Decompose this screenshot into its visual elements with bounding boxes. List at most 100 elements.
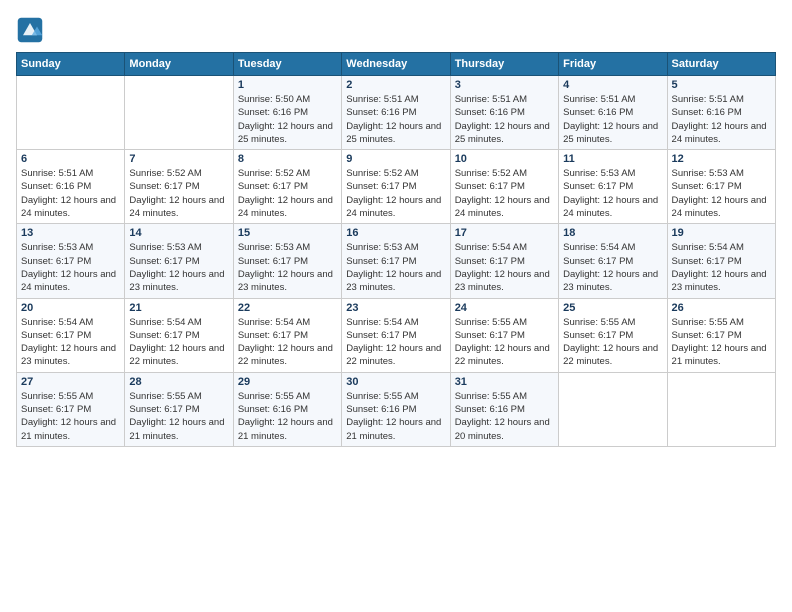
day-info: Sunrise: 5:52 AMSunset: 6:17 PMDaylight:… [455, 167, 554, 220]
week-row-3: 13 Sunrise: 5:53 AMSunset: 6:17 PMDayligh… [17, 224, 776, 298]
day-number: 17 [455, 227, 554, 239]
day-info: Sunrise: 5:55 AMSunset: 6:17 PMDaylight:… [21, 390, 120, 443]
calendar-cell: 12Sunrise: 5:53 AMSunset: 6:17 PMDayligh… [667, 150, 775, 224]
day-number: 22 [238, 302, 337, 314]
day-number: 13 [21, 227, 120, 239]
day-number: 2 [346, 79, 445, 91]
day-info: Sunrise: 5:55 AMSunset: 6:17 PMDaylight:… [455, 316, 554, 369]
week-row-4: 20 Sunrise: 5:54 AMSunset: 6:17 PMDayligh… [17, 298, 776, 372]
day-info: Sunrise: 5:55 AMSunset: 6:16 PMDaylight:… [238, 390, 337, 443]
calendar-cell: 8Sunrise: 5:52 AMSunset: 6:17 PMDaylight… [233, 150, 341, 224]
week-row-5: 27 Sunrise: 5:55 AMSunset: 6:17 PMDayligh… [17, 372, 776, 446]
day-number: 18 [563, 227, 662, 239]
calendar-cell: 7 Sunrise: 5:52 AMSunset: 6:17 PMDaylight… [125, 150, 233, 224]
calendar-cell: 25 Sunrise: 5:55 AMSunset: 6:17 PMDayligh… [559, 298, 667, 372]
header-wednesday: Wednesday [342, 53, 450, 76]
day-info: Sunrise: 5:54 AMSunset: 6:17 PMDaylight:… [346, 316, 445, 369]
day-number: 6 [21, 153, 120, 165]
calendar-cell: 2 Sunrise: 5:51 AMSunset: 6:16 PMDaylight… [342, 76, 450, 150]
day-info: Sunrise: 5:54 AMSunset: 6:17 PMDaylight:… [455, 241, 554, 294]
calendar-cell: 10 Sunrise: 5:52 AMSunset: 6:17 PMDayligh… [450, 150, 558, 224]
day-info: Sunrise: 5:53 AMSunset: 6:17 PMDaylight:… [346, 241, 445, 294]
day-info: Sunrise: 5:54 AMSunset: 6:17 PMDaylight:… [238, 316, 337, 369]
calendar-cell [667, 372, 775, 446]
day-number: 23 [346, 302, 445, 314]
calendar-cell: 17 Sunrise: 5:54 AMSunset: 6:17 PMDayligh… [450, 224, 558, 298]
day-number: 11 [563, 153, 662, 165]
day-number: 27 [21, 376, 120, 388]
day-info: Sunrise: 5:52 AMSunset: 6:17 PMDaylight:… [129, 167, 228, 220]
day-number: 24 [455, 302, 554, 314]
day-number: 19 [672, 227, 771, 239]
calendar-cell: 11 Sunrise: 5:53 AMSunset: 6:17 PMDayligh… [559, 150, 667, 224]
calendar-cell: 23 Sunrise: 5:54 AMSunset: 6:17 PMDayligh… [342, 298, 450, 372]
header-friday: Friday [559, 53, 667, 76]
day-number: 20 [21, 302, 120, 314]
day-number: 7 [129, 153, 228, 165]
day-info: Sunrise: 5:55 AMSunset: 6:16 PMDaylight:… [346, 390, 445, 443]
calendar-cell: 5 Sunrise: 5:51 AMSunset: 6:16 PMDaylight… [667, 76, 775, 150]
day-info: Sunrise: 5:53 AMSunset: 6:17 PMDaylight:… [238, 241, 337, 294]
day-info: Sunrise: 5:52 AMSunset: 6:17 PMDaylight:… [346, 167, 445, 220]
day-number: 15 [238, 227, 337, 239]
day-number: 30 [346, 376, 445, 388]
calendar-cell: 28Sunrise: 5:55 AMSunset: 6:17 PMDayligh… [125, 372, 233, 446]
day-number: 16 [346, 227, 445, 239]
calendar-cell [559, 372, 667, 446]
day-number: 31 [455, 376, 554, 388]
calendar-cell: 24 Sunrise: 5:55 AMSunset: 6:17 PMDayligh… [450, 298, 558, 372]
day-number: 10 [455, 153, 554, 165]
day-info: Sunrise: 5:51 AMSunset: 6:16 PMDaylight:… [21, 167, 120, 220]
calendar-cell: 6 Sunrise: 5:51 AMSunset: 6:16 PMDaylight… [17, 150, 125, 224]
day-info: Sunrise: 5:54 AMSunset: 6:17 PMDaylight:… [129, 316, 228, 369]
header-tuesday: Tuesday [233, 53, 341, 76]
header [16, 16, 776, 44]
calendar-cell [125, 76, 233, 150]
day-number: 4 [563, 79, 662, 91]
day-number: 9 [346, 153, 445, 165]
calendar-cell: 15 Sunrise: 5:53 AMSunset: 6:17 PMDayligh… [233, 224, 341, 298]
calendar-cell: 16 Sunrise: 5:53 AMSunset: 6:17 PMDayligh… [342, 224, 450, 298]
header-monday: Monday [125, 53, 233, 76]
day-number: 1 [238, 79, 337, 91]
day-number: 5 [672, 79, 771, 91]
page-container: SundayMondayTuesdayWednesdayThursdayFrid… [16, 16, 776, 447]
calendar-cell [17, 76, 125, 150]
day-info: Sunrise: 5:55 AMSunset: 6:17 PMDaylight:… [129, 390, 228, 443]
week-row-2: 6 Sunrise: 5:51 AMSunset: 6:16 PMDaylight… [17, 150, 776, 224]
calendar-table: SundayMondayTuesdayWednesdayThursdayFrid… [16, 52, 776, 447]
day-number: 8 [238, 153, 337, 165]
calendar-cell: 18 Sunrise: 5:54 AMSunset: 6:17 PMDayligh… [559, 224, 667, 298]
header-sunday: Sunday [17, 53, 125, 76]
logo [16, 16, 48, 44]
day-info: Sunrise: 5:51 AMSunset: 6:16 PMDaylight:… [455, 93, 554, 146]
day-info: Sunrise: 5:55 AMSunset: 6:16 PMDaylight:… [455, 390, 554, 443]
calendar-cell: 29 Sunrise: 5:55 AMSunset: 6:16 PMDayligh… [233, 372, 341, 446]
day-number: 14 [129, 227, 228, 239]
calendar-cell: 4Sunrise: 5:51 AMSunset: 6:16 PMDaylight… [559, 76, 667, 150]
logo-icon [16, 16, 44, 44]
calendar-cell: 14Sunrise: 5:53 AMSunset: 6:17 PMDayligh… [125, 224, 233, 298]
day-info: Sunrise: 5:53 AMSunset: 6:17 PMDaylight:… [672, 167, 771, 220]
day-info: Sunrise: 5:51 AMSunset: 6:16 PMDaylight:… [672, 93, 771, 146]
calendar-cell: 20Sunrise: 5:54 AMSunset: 6:17 PMDayligh… [17, 298, 125, 372]
day-number: 29 [238, 376, 337, 388]
calendar-cell: 31 Sunrise: 5:55 AMSunset: 6:16 PMDayligh… [450, 372, 558, 446]
day-info: Sunrise: 5:53 AMSunset: 6:17 PMDaylight:… [21, 241, 120, 294]
day-number: 25 [563, 302, 662, 314]
calendar-cell: 26Sunrise: 5:55 AMSunset: 6:17 PMDayligh… [667, 298, 775, 372]
calendar-cell: 27 Sunrise: 5:55 AMSunset: 6:17 PMDayligh… [17, 372, 125, 446]
day-info: Sunrise: 5:54 AMSunset: 6:17 PMDaylight:… [563, 241, 662, 294]
calendar-cell: 9 Sunrise: 5:52 AMSunset: 6:17 PMDaylight… [342, 150, 450, 224]
calendar-cell: 22 Sunrise: 5:54 AMSunset: 6:17 PMDayligh… [233, 298, 341, 372]
day-number: 26 [672, 302, 771, 314]
day-info: Sunrise: 5:50 AMSunset: 6:16 PMDaylight:… [238, 93, 337, 146]
header-saturday: Saturday [667, 53, 775, 76]
calendar-cell: 21Sunrise: 5:54 AMSunset: 6:17 PMDayligh… [125, 298, 233, 372]
calendar-cell: 3Sunrise: 5:51 AMSunset: 6:16 PMDaylight… [450, 76, 558, 150]
day-info: Sunrise: 5:55 AMSunset: 6:17 PMDaylight:… [563, 316, 662, 369]
day-info: Sunrise: 5:51 AMSunset: 6:16 PMDaylight:… [346, 93, 445, 146]
day-info: Sunrise: 5:53 AMSunset: 6:17 PMDaylight:… [563, 167, 662, 220]
calendar-cell: 19Sunrise: 5:54 AMSunset: 6:17 PMDayligh… [667, 224, 775, 298]
calendar-cell: 30 Sunrise: 5:55 AMSunset: 6:16 PMDayligh… [342, 372, 450, 446]
